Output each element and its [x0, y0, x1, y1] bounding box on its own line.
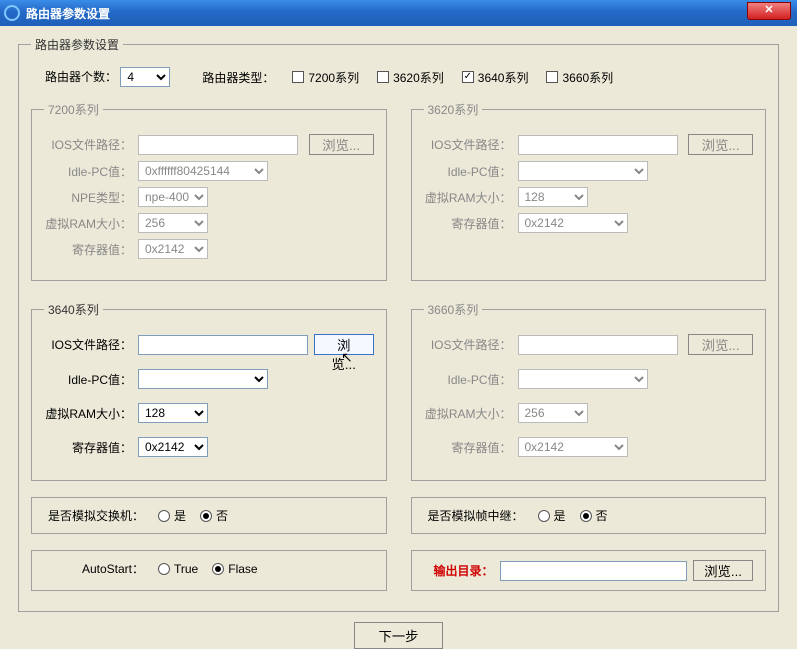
ios-label: IOS文件路径：: [44, 336, 132, 353]
ios-label: IOS文件路径：: [424, 136, 512, 153]
switch-sim-yes[interactable]: 是: [158, 507, 186, 524]
type-3620-checkbox[interactable]: 3620系列: [377, 69, 444, 86]
reg-7200[interactable]: 0x2142: [138, 239, 208, 259]
panel-7200-legend: 7200系列: [44, 101, 103, 118]
radio-icon: [580, 510, 592, 522]
panel-3640-legend: 3640系列: [44, 301, 103, 318]
app-icon: [4, 5, 20, 21]
router-count-label: 路由器个数：: [45, 68, 117, 85]
npe-label: NPE类型：: [44, 189, 132, 206]
panel-3660-legend: 3660系列: [424, 301, 483, 318]
ios-path-7200[interactable]: [138, 135, 298, 155]
title-bar: 路由器参数设置 ✕: [0, 0, 797, 26]
checkbox-icon: ✓: [462, 71, 474, 83]
ram-3660[interactable]: 256: [518, 403, 588, 423]
output-browse-button[interactable]: 浏览...: [693, 560, 753, 581]
radio-icon: [212, 563, 224, 575]
autostart-false[interactable]: Flase: [212, 562, 257, 576]
close-button[interactable]: ✕: [747, 2, 791, 20]
reg-label: 寄存器值：: [424, 215, 512, 232]
panel-3660: 3660系列 IOS文件路径： 浏览... Idle-PC值： 虚拟RAM大小：…: [411, 301, 767, 489]
autostart-label: AutoStart：: [44, 560, 144, 577]
router-count-select[interactable]: 4: [120, 67, 170, 87]
panel-3640: 3640系列 IOS文件路径： 浏览... ↖ Idle-PC值：: [31, 301, 387, 489]
ram-label: 虚拟RAM大小：: [44, 215, 132, 232]
idlepc-label: Idle-PC值：: [44, 163, 132, 180]
browse-label: 浏览...: [332, 338, 356, 372]
frame-relay-label: 是否模拟帧中继：: [424, 507, 524, 524]
ios-path-3660[interactable]: [518, 335, 678, 355]
panel-3620-legend: 3620系列: [424, 101, 483, 118]
switch-sim-group: 是否模拟交换机： 是 否: [31, 497, 387, 534]
idlepc-label: Idle-PC值：: [44, 371, 132, 388]
main-group: 路由器参数设置 路由器个数： 4 路由器类型： 7200系列 3620系列: [18, 36, 779, 612]
idlepc-label: Idle-PC值：: [424, 371, 512, 388]
panel-7200: 7200系列 IOS文件路径： 浏览... Idle-PC值： 0xffffff…: [31, 101, 387, 289]
radio-icon: [200, 510, 212, 522]
ios-label: IOS文件路径：: [44, 136, 132, 153]
npe-7200[interactable]: npe-400: [138, 187, 208, 207]
frame-relay-yes[interactable]: 是: [538, 507, 566, 524]
checkbox-icon: [377, 71, 389, 83]
reg-3640[interactable]: 0x2142: [138, 437, 208, 457]
output-dir-label: 输出目录：: [424, 562, 494, 579]
router-type-label: 路由器类型：: [202, 69, 274, 86]
type-3640-checkbox[interactable]: ✓ 3640系列: [462, 69, 529, 86]
panel-3620: 3620系列 IOS文件路径： 浏览... Idle-PC值： 虚拟RAM大小：…: [411, 101, 767, 289]
radio-icon: [158, 563, 170, 575]
ios-label: IOS文件路径：: [424, 336, 512, 353]
ios-path-3620[interactable]: [518, 135, 678, 155]
radio-icon: [538, 510, 550, 522]
frame-relay-group: 是否模拟帧中继： 是 否: [411, 497, 767, 534]
checkbox-icon: [546, 71, 558, 83]
type-3660-checkbox[interactable]: 3660系列: [546, 69, 613, 86]
browse-7200[interactable]: 浏览...: [309, 134, 374, 155]
reg-3620[interactable]: 0x2142: [518, 213, 628, 233]
ios-path-3640[interactable]: [138, 335, 308, 355]
output-dir-input[interactable]: [500, 561, 688, 581]
ram-label: 虚拟RAM大小：: [424, 189, 512, 206]
ram-label: 虚拟RAM大小：: [44, 405, 132, 422]
main-legend: 路由器参数设置: [31, 36, 123, 53]
window-title: 路由器参数设置: [26, 5, 110, 22]
switch-sim-label: 是否模拟交换机：: [44, 507, 144, 524]
next-button[interactable]: 下一步: [354, 622, 444, 649]
ram-3640[interactable]: 128: [138, 403, 208, 423]
idlepc-label: Idle-PC值：: [424, 163, 512, 180]
idlepc-7200[interactable]: 0xffffff80425144: [138, 161, 268, 181]
ram-7200[interactable]: 256: [138, 213, 208, 233]
reg-label: 寄存器值：: [44, 241, 132, 258]
checkbox-icon: [292, 71, 304, 83]
radio-icon: [158, 510, 170, 522]
switch-sim-no[interactable]: 否: [200, 507, 228, 524]
browse-3660[interactable]: 浏览...: [688, 334, 753, 355]
reg-label: 寄存器值：: [424, 439, 512, 456]
ram-3620[interactable]: 128: [518, 187, 588, 207]
idlepc-3620[interactable]: [518, 161, 648, 181]
idlepc-3660[interactable]: [518, 369, 648, 389]
type-7200-checkbox[interactable]: 7200系列: [292, 69, 359, 86]
autostart-group: AutoStart： True Flase: [31, 550, 387, 591]
idlepc-3640[interactable]: [138, 369, 268, 389]
browse-3640[interactable]: 浏览... ↖: [314, 334, 374, 355]
reg-3660[interactable]: 0x2142: [518, 437, 628, 457]
output-dir-group: 输出目录： 浏览...: [411, 550, 767, 591]
autostart-true[interactable]: True: [158, 562, 198, 576]
ram-label: 虚拟RAM大小：: [424, 405, 512, 422]
frame-relay-no[interactable]: 否: [580, 507, 608, 524]
browse-3620[interactable]: 浏览...: [688, 134, 753, 155]
reg-label: 寄存器值：: [44, 439, 132, 456]
